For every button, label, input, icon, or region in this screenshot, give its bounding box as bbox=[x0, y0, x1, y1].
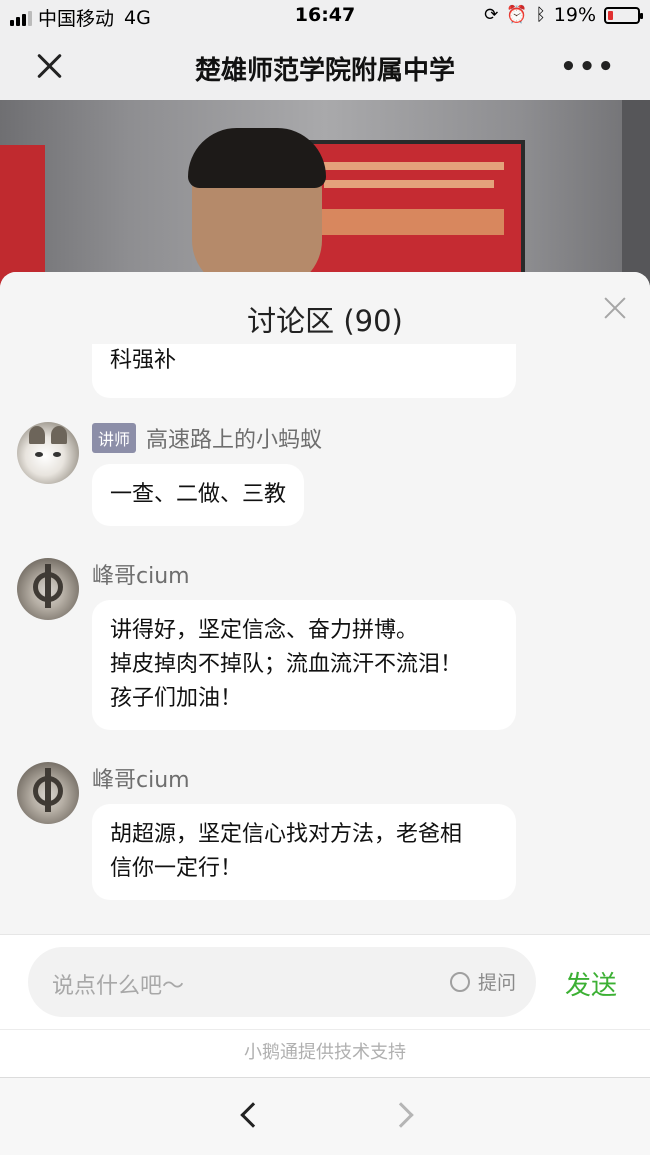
nav-bar: 楚雄师范学院附属中学 ••• bbox=[0, 32, 650, 100]
video-right-panel bbox=[622, 100, 650, 300]
message-text: 科强补 bbox=[110, 348, 177, 373]
status-bar: 中国移动 4G 16:47 ⟳ ⏰ ᛒ 19% bbox=[0, 0, 650, 32]
ask-label: 提问 bbox=[477, 972, 516, 994]
bluetooth-icon: ᛒ bbox=[535, 5, 546, 25]
speaker-hair bbox=[188, 128, 326, 188]
author-row: 讲师 高速路上的小蚂蚁 bbox=[92, 422, 322, 454]
status-right: ⟳ ⏰ ᛒ 19% bbox=[484, 4, 643, 26]
ask-question-toggle[interactable]: 提问 bbox=[449, 968, 516, 995]
more-icon[interactable]: ••• bbox=[560, 52, 616, 82]
author-row: 峰哥cium bbox=[92, 762, 190, 794]
author-name: 峰哥cium bbox=[92, 564, 190, 589]
battery-percent: 19% bbox=[553, 4, 596, 26]
message-bubble: 讲得好，坚定信念、奋力拼博。 掉皮掉肉不掉队；流血流汗不流泪！ 孩子们加油！ bbox=[92, 600, 516, 730]
send-button[interactable]: 发送 bbox=[565, 965, 617, 1002]
avatar[interactable] bbox=[17, 558, 79, 620]
message-text: 一查、二做、三教 bbox=[110, 482, 287, 507]
message-text: 孩子们加油！ bbox=[110, 686, 243, 711]
author-name: 高速路上的小蚂蚁 bbox=[146, 428, 323, 453]
author-row: 峰哥cium bbox=[92, 558, 190, 590]
alarm-icon: ⏰ bbox=[506, 5, 528, 25]
message-bubble: 胡超源，坚定信心找对方法，老爸相 信你一定行！ bbox=[92, 804, 516, 900]
panel-header: 讨论区 (90) bbox=[0, 272, 650, 344]
back-chevron-icon[interactable] bbox=[240, 1102, 266, 1128]
panel-close-icon[interactable] bbox=[604, 297, 626, 319]
message-bubble: 科强补 bbox=[92, 344, 516, 398]
message-text: 掉皮掉肉不掉队；流血流汗不流泪！ bbox=[110, 652, 463, 677]
message-text: 胡超源，坚定信心找对方法，老爸相 bbox=[110, 822, 463, 847]
browser-bottom-nav bbox=[0, 1077, 650, 1155]
message-text: 信你一定行！ bbox=[110, 856, 243, 881]
comment-input[interactable]: 说点什么吧～ 提问 bbox=[28, 947, 536, 1017]
radio-icon[interactable] bbox=[449, 971, 470, 992]
discussion-panel: 讨论区 (90) 科强补 讲师 高速路上的小蚂蚁 一查、二做、三教 峰哥cium… bbox=[0, 272, 650, 1155]
message-list[interactable]: 科强补 讲师 高速路上的小蚂蚁 一查、二做、三教 峰哥cium 讲得好，坚定信念… bbox=[0, 344, 650, 934]
battery-icon bbox=[604, 6, 643, 24]
avatar[interactable] bbox=[17, 762, 79, 824]
powered-by-label: 小鹅通提供技术支持 bbox=[0, 1029, 650, 1077]
avatar[interactable] bbox=[17, 422, 79, 484]
input-placeholder: 说点什么吧～ bbox=[52, 974, 185, 999]
role-badge: 讲师 bbox=[92, 423, 137, 453]
video-player[interactable] bbox=[0, 100, 650, 300]
battery-fill bbox=[608, 10, 613, 20]
panel-title: 讨论区 (90) bbox=[247, 304, 403, 338]
rotation-lock-icon: ⟳ bbox=[484, 5, 499, 25]
page-title: 楚雄师范学院附属中学 bbox=[194, 56, 455, 86]
message-text: 讲得好，坚定信念、奋力拼博。 bbox=[110, 618, 419, 643]
forward-chevron-icon[interactable] bbox=[388, 1102, 414, 1128]
comment-input-area: 说点什么吧～ 提问 发送 bbox=[0, 934, 650, 1029]
message-bubble: 一查、二做、三教 bbox=[92, 464, 305, 526]
author-name: 峰哥cium bbox=[92, 768, 190, 793]
